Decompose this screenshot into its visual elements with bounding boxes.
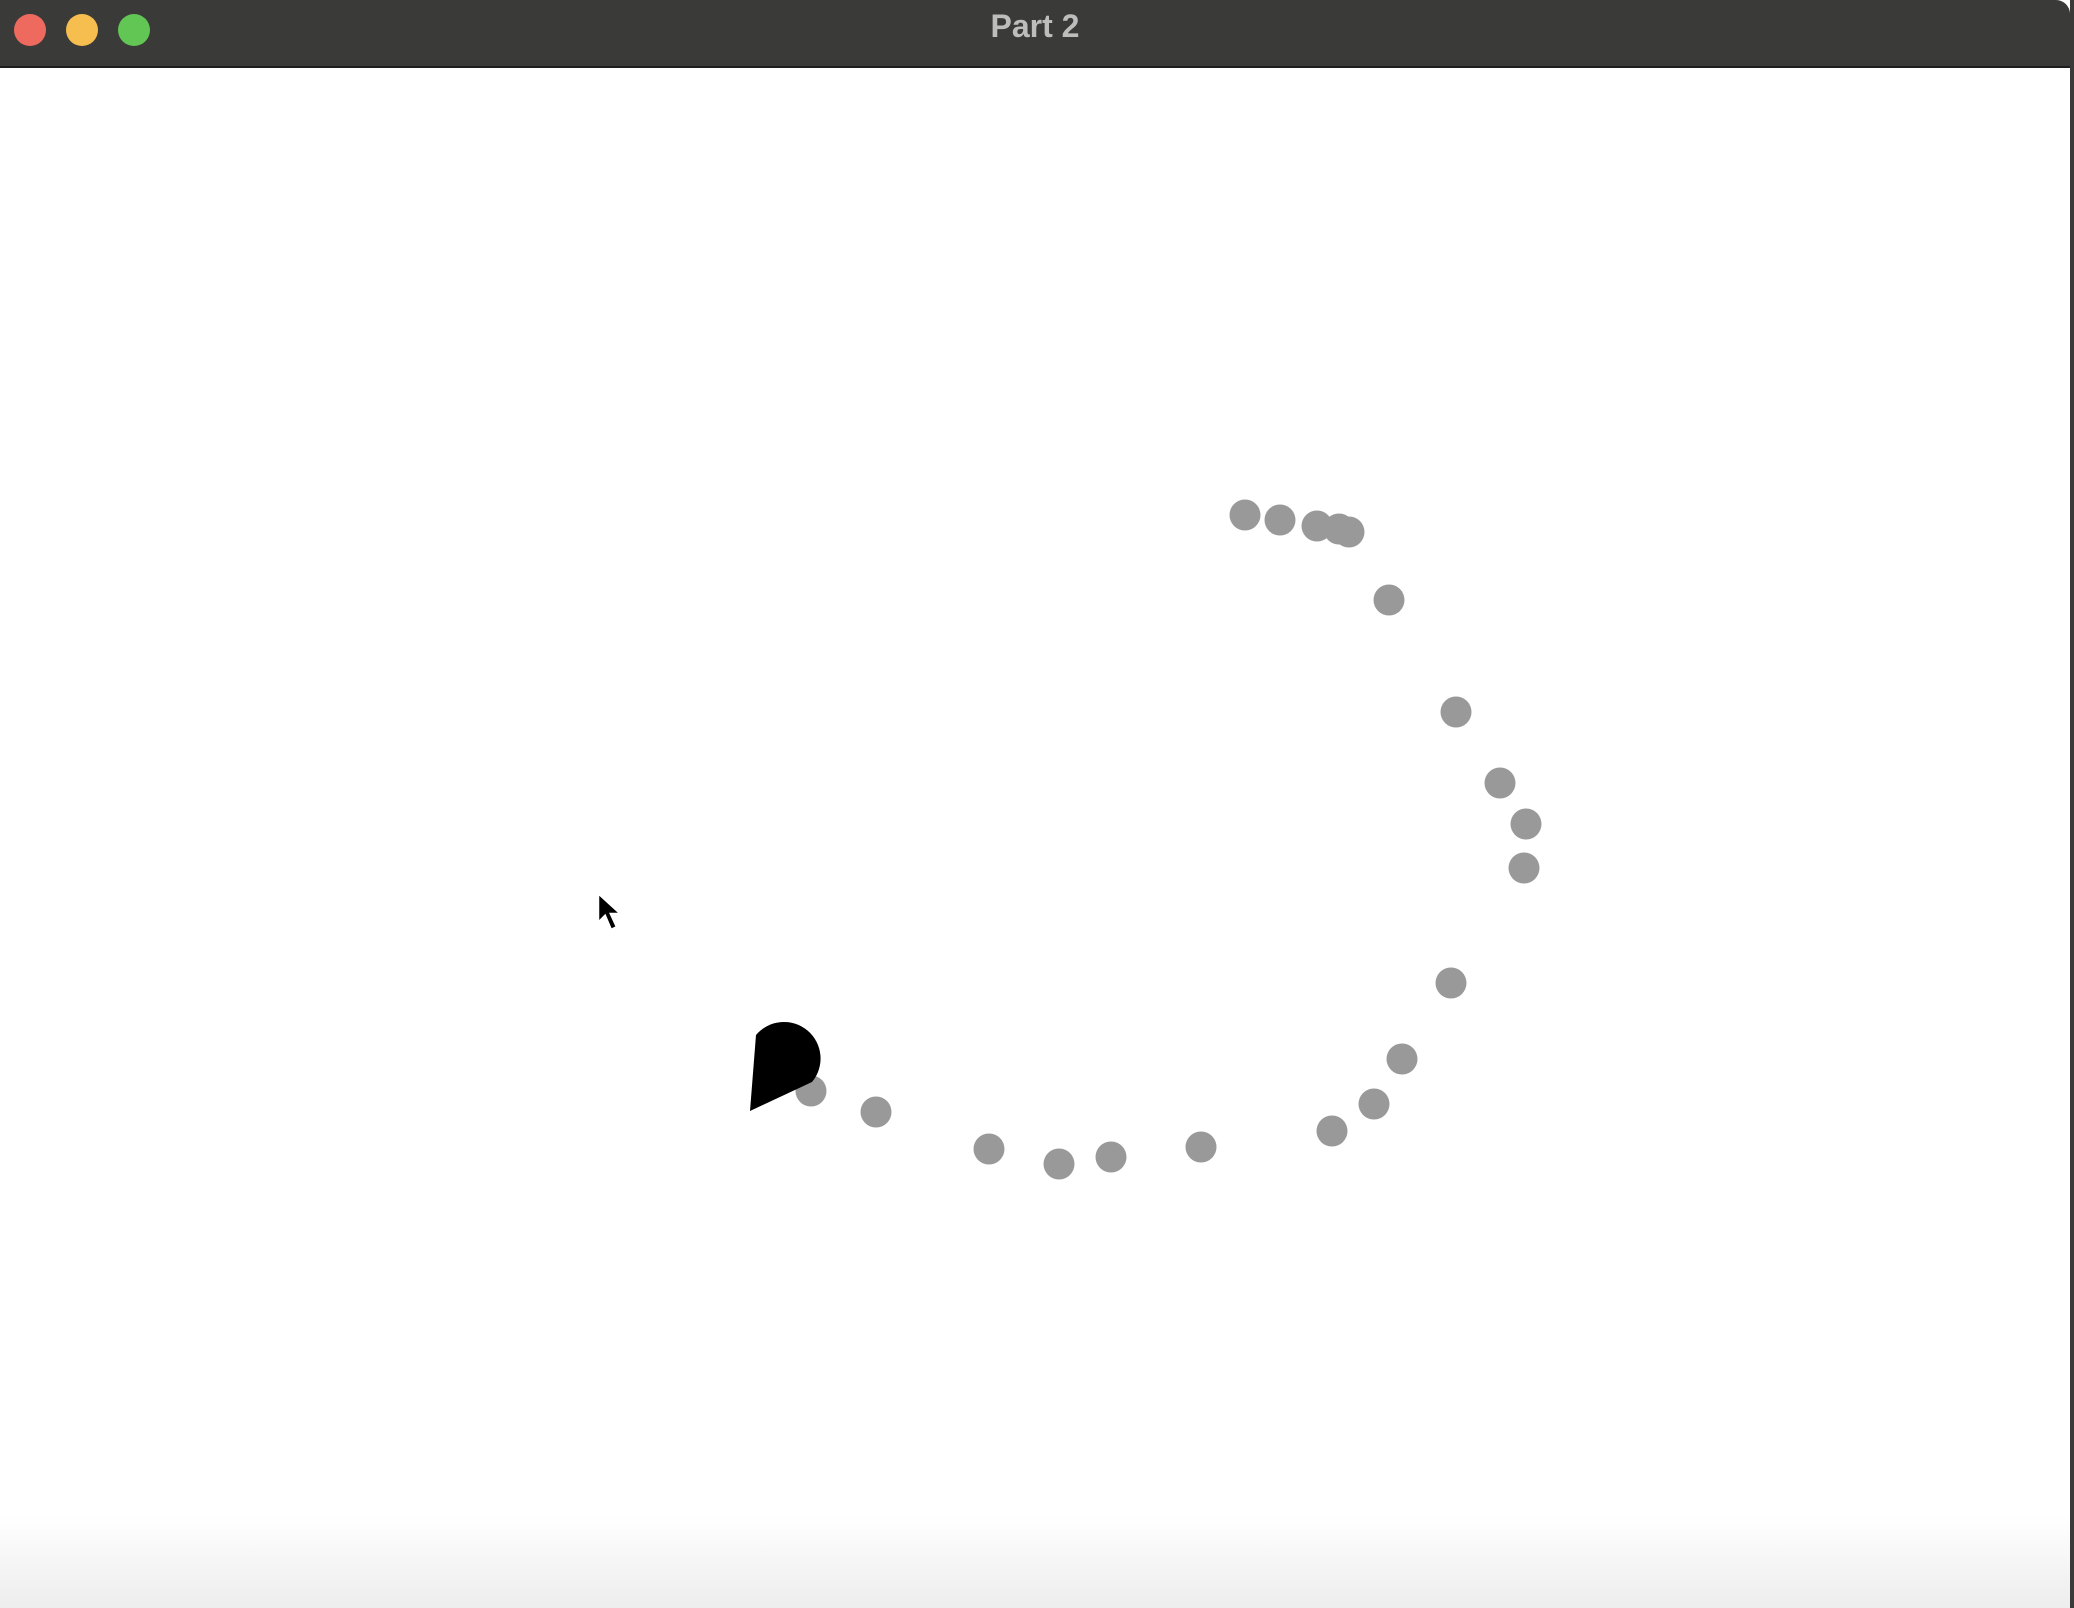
trail-dot xyxy=(1185,1131,1217,1163)
game-scene xyxy=(596,499,1542,1180)
trail-dots xyxy=(795,499,1542,1180)
trail-dot xyxy=(1440,696,1472,728)
trail-dot xyxy=(860,1096,892,1128)
title-bar[interactable]: Part 2 xyxy=(0,0,2070,68)
trail-dot xyxy=(1484,767,1516,799)
trail-dot xyxy=(1508,852,1540,884)
trail-dot xyxy=(1435,967,1467,999)
mouse-cursor-icon xyxy=(596,890,625,932)
trail-dot xyxy=(1333,516,1365,548)
trail-dot xyxy=(1043,1148,1075,1180)
trail-dot xyxy=(1229,499,1261,531)
game-canvas[interactable] xyxy=(0,68,2070,1608)
trail-dot xyxy=(1316,1115,1348,1147)
trail-dot xyxy=(973,1133,1005,1165)
trail-dot xyxy=(1373,584,1405,616)
app-window: Part 2 xyxy=(0,0,2074,1608)
trail-dot xyxy=(1510,808,1542,840)
window-title: Part 2 xyxy=(990,8,1080,44)
trail-dot xyxy=(1095,1141,1127,1173)
trail-dot xyxy=(1264,504,1296,536)
trail-dot xyxy=(1386,1043,1418,1075)
trail-dot xyxy=(1358,1088,1390,1120)
